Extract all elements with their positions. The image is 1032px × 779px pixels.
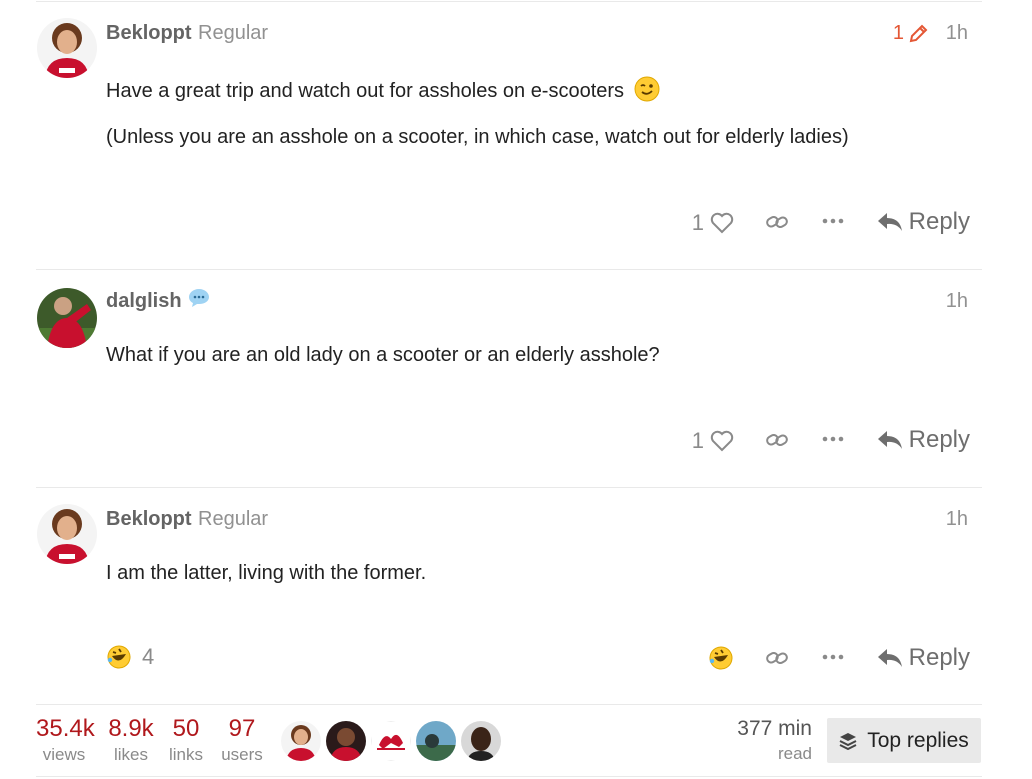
copy-link-button[interactable] [765, 648, 789, 668]
summary-bottom-divider [36, 776, 982, 777]
reactions-summary[interactable]: 4 [106, 644, 154, 670]
participant-avatar[interactable] [281, 721, 321, 761]
likes-count: 8.9k [108, 715, 154, 742]
react-button[interactable] [708, 645, 734, 671]
more-actions-button[interactable] [822, 218, 844, 224]
pencil-icon [909, 24, 928, 42]
post-paragraph: What if you are an old lady on a scooter… [106, 344, 660, 366]
link-icon [766, 216, 788, 228]
top-replies-button[interactable]: Top replies [827, 718, 981, 763]
heart-icon [710, 430, 734, 452]
ellipsis-icon [822, 436, 844, 442]
users-count: 97 [228, 715, 256, 742]
reaction-count: 4 [142, 644, 155, 669]
reply-arrow-icon [877, 213, 902, 231]
edit-count: 1 [892, 22, 904, 44]
avatar-bekloppt[interactable] [37, 18, 97, 78]
layers-icon [839, 732, 857, 750]
like-button[interactable]: 1 [692, 428, 734, 454]
likes-label: likes [113, 745, 148, 764]
read-time-label: read [777, 744, 812, 763]
ellipsis-icon [822, 218, 844, 224]
avatar-dalglish[interactable] [37, 288, 97, 348]
post-date[interactable]: 1h [946, 508, 968, 531]
summary-top-divider [36, 704, 982, 705]
post-3: Bekloppt Regular 1h I am the latter, liv… [36, 488, 982, 704]
links-count: 50 [172, 715, 200, 742]
reply-button[interactable]: Reply [877, 644, 970, 672]
users-label: users [221, 745, 263, 764]
reply-label: Reply [908, 208, 970, 235]
post-paragraph: (Unless you are an asshole on a scooter,… [106, 126, 849, 148]
top-replies-label: Top replies [867, 728, 969, 752]
edit-history-button[interactable]: 1 [893, 22, 928, 45]
copy-link-button[interactable] [765, 212, 789, 232]
like-count: 1 [691, 428, 704, 453]
more-actions-button[interactable] [822, 654, 844, 660]
views-count: 35.4k [36, 715, 95, 742]
top-participants [281, 721, 506, 761]
reply-arrow-icon [877, 431, 902, 449]
user-status-button[interactable] [188, 288, 210, 308]
estimated-read-time: 377 min read [737, 716, 812, 766]
rofl-emoji-icon [709, 646, 733, 670]
users-stat[interactable]: 97 users [218, 714, 266, 766]
post-date[interactable]: 1h [946, 22, 968, 45]
views-stat: 35.4k views [36, 714, 95, 766]
post-paragraph: I am the latter, living with the former. [106, 562, 427, 584]
topic-summary: 35.4k views 8.9k likes 50 links 97 users… [36, 704, 982, 777]
likes-stat[interactable]: 8.9k likes [106, 714, 156, 766]
participant-avatar[interactable] [461, 721, 501, 761]
reply-label: Reply [908, 426, 970, 453]
post-username[interactable]: dalglish [106, 290, 182, 313]
wink-emoji-icon [634, 76, 660, 102]
post-username[interactable]: Bekloppt [106, 508, 192, 531]
participant-avatar[interactable] [326, 721, 366, 761]
participant-avatar[interactable] [371, 721, 411, 761]
link-icon [766, 652, 788, 664]
post-1: Bekloppt Regular 1 1h Have a great trip … [36, 2, 982, 270]
heart-icon [710, 212, 734, 234]
more-actions-button[interactable] [822, 436, 844, 442]
links-label: links [168, 745, 203, 764]
post-username[interactable]: Bekloppt [106, 22, 192, 45]
read-time-value: 377 min [737, 717, 812, 740]
post-2: dalglish 1h What if you are an old lady … [36, 270, 982, 488]
copy-link-button[interactable] [765, 430, 789, 450]
user-title: Regular [198, 22, 269, 44]
reply-button[interactable]: Reply [877, 426, 970, 454]
avatar-bekloppt[interactable] [37, 504, 97, 564]
rofl-emoji-icon [107, 645, 131, 669]
reply-label: Reply [908, 644, 970, 671]
participant-avatar[interactable] [416, 721, 456, 761]
user-title: Regular [198, 508, 269, 530]
reply-button[interactable]: Reply [877, 208, 970, 236]
reply-arrow-icon [877, 649, 902, 667]
ellipsis-icon [822, 654, 844, 660]
views-label: views [42, 745, 86, 764]
like-count: 1 [691, 210, 704, 235]
like-button[interactable]: 1 [692, 210, 734, 236]
post-date[interactable]: 1h [946, 290, 968, 313]
post-paragraph: Have a great trip and watch out for assh… [106, 76, 660, 103]
speech-bubble-icon [189, 289, 209, 307]
links-stat[interactable]: 50 links [167, 714, 205, 766]
link-icon [766, 434, 788, 446]
